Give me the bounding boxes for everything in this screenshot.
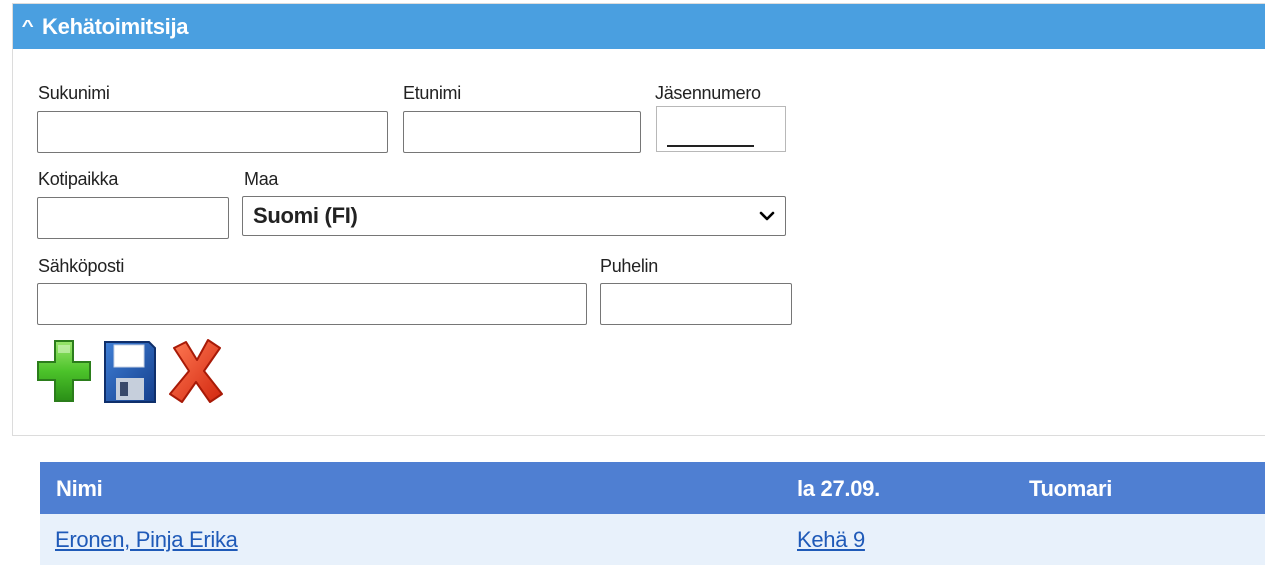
chevron-up-icon[interactable]: ^ (22, 18, 34, 36)
email-input[interactable] (37, 283, 587, 325)
table-row: Eronen, Pinja Erika Kehä 9 (40, 514, 1265, 565)
row-name-link[interactable]: Eronen, Pinja Erika (55, 527, 238, 553)
column-header-name[interactable]: Nimi (56, 476, 103, 502)
panel-header[interactable]: ^ Kehätoimitsija (13, 4, 1265, 49)
member-number-underline (667, 145, 754, 147)
surname-input[interactable] (37, 111, 388, 153)
surname-label: Sukunimi (38, 83, 110, 103)
country-selected-value: Suomi (FI) (253, 203, 358, 228)
red-x-icon[interactable] (168, 338, 224, 404)
member-number-label: Jäsennumero (655, 83, 761, 103)
email-label: Sähköposti (38, 256, 125, 276)
chevron-down-icon (759, 211, 775, 221)
panel-title: Kehätoimitsija (42, 13, 189, 39)
table-header: Nimi la 27.09. Tuomari (40, 462, 1265, 514)
phone-label: Puhelin (600, 256, 658, 276)
country-select[interactable]: Suomi (FI) (242, 196, 786, 236)
hometown-input[interactable] (37, 197, 229, 239)
hometown-label: Kotipaikka (38, 169, 119, 189)
member-number-field[interactable] (656, 106, 786, 152)
plus-icon[interactable] (36, 339, 92, 403)
row-ring-link[interactable]: Kehä 9 (797, 527, 865, 553)
column-header-date[interactable]: la 27.09. (797, 476, 880, 502)
firstname-label: Etunimi (403, 83, 461, 103)
firstname-input[interactable] (403, 111, 641, 153)
floppy-disk-icon[interactable] (103, 340, 157, 404)
country-label: Maa (244, 169, 279, 189)
column-header-judge[interactable]: Tuomari (1029, 476, 1112, 502)
phone-input[interactable] (600, 283, 792, 325)
